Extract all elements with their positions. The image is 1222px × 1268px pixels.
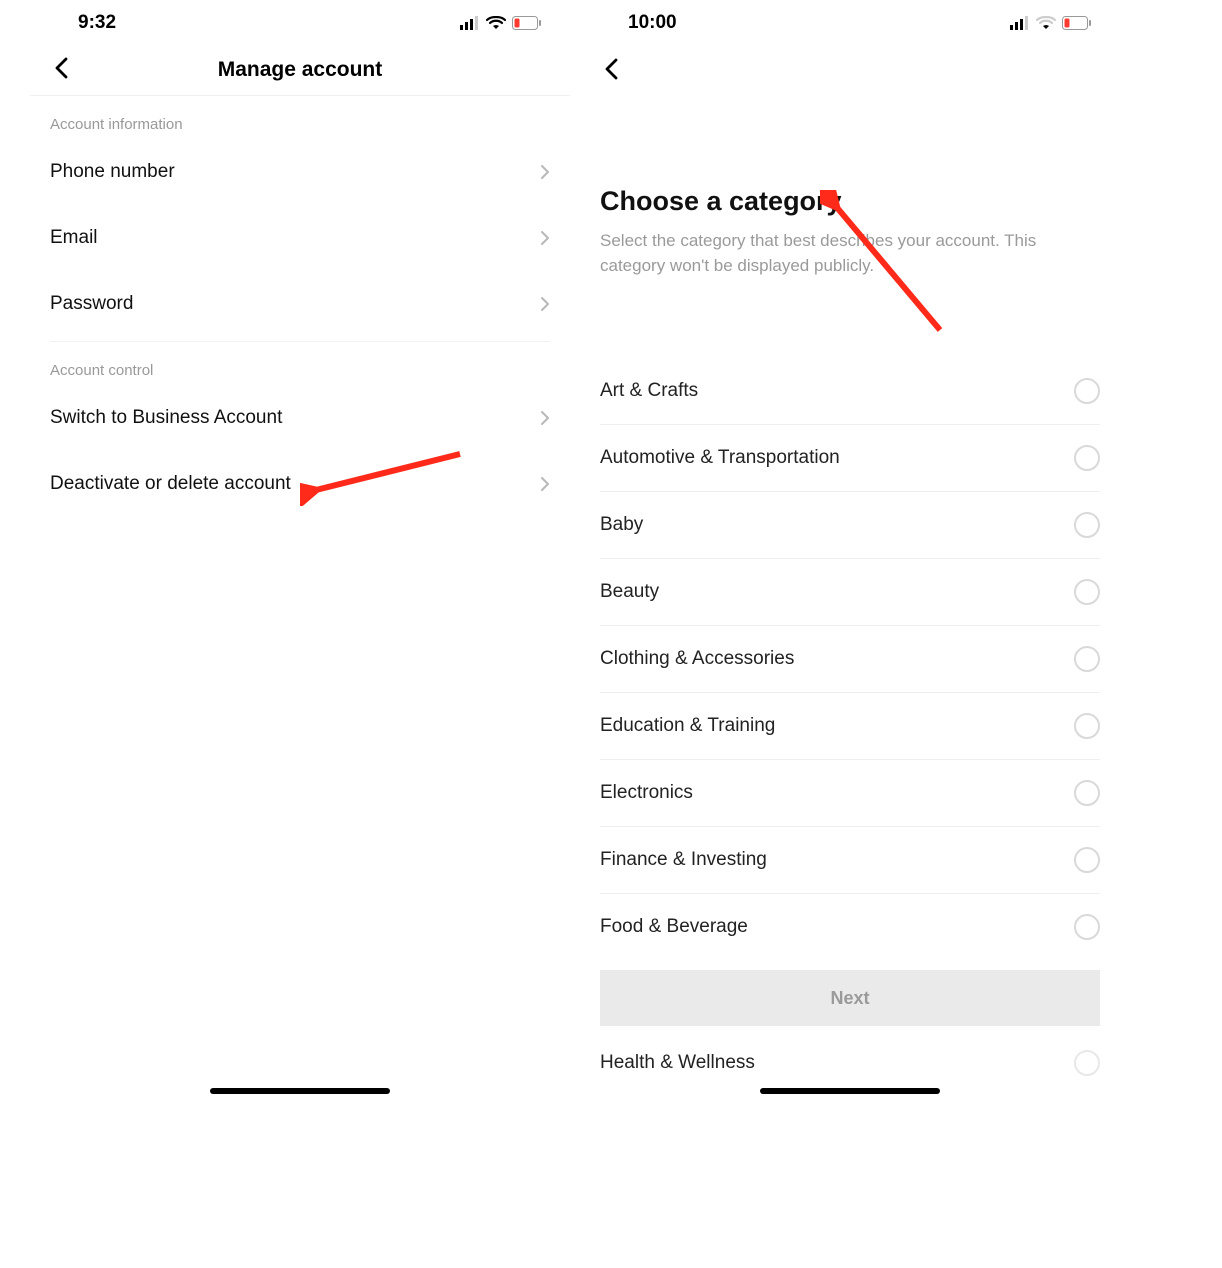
- section-account-control: Account control Switch to Business Accou…: [30, 342, 570, 517]
- category-row-education[interactable]: Education & Training: [600, 693, 1100, 760]
- category-row-finance[interactable]: Finance & Investing: [600, 827, 1100, 894]
- category-label: Art & Crafts: [600, 380, 698, 402]
- home-indicator: [760, 1088, 940, 1094]
- radio-unchecked-icon: [1074, 646, 1100, 672]
- status-bar: 10:00: [580, 0, 1120, 44]
- category-row-automotive[interactable]: Automotive & Transportation: [600, 425, 1100, 492]
- chevron-left-icon: [604, 58, 620, 83]
- radio-unchecked-icon: [1074, 512, 1100, 538]
- page-heading: Choose a category: [600, 186, 1100, 217]
- chevron-left-icon: [54, 57, 70, 82]
- category-row-electronics[interactable]: Electronics: [600, 760, 1100, 827]
- category-label: Finance & Investing: [600, 849, 767, 871]
- content-area: Choose a category Select the category th…: [580, 186, 1120, 1076]
- category-row-beauty[interactable]: Beauty: [600, 559, 1100, 626]
- category-label: Health & Wellness: [600, 1052, 755, 1074]
- radio-unchecked-icon: [1074, 713, 1100, 739]
- cellular-signal-icon: [460, 16, 480, 30]
- radio-unchecked-icon: [1074, 780, 1100, 806]
- phone-screen-manage-account: 9:32 Manage account Account information …: [30, 0, 570, 1100]
- nav-header: [580, 44, 1120, 96]
- cellular-signal-icon: [1010, 16, 1030, 30]
- nav-header: Manage account: [30, 44, 570, 96]
- page-title: Manage account: [30, 58, 570, 82]
- wifi-icon: [486, 16, 506, 30]
- category-row-clothing[interactable]: Clothing & Accessories: [600, 626, 1100, 693]
- chevron-right-icon: [540, 296, 550, 312]
- row-email[interactable]: Email: [50, 205, 550, 271]
- row-deactivate-delete[interactable]: Deactivate or delete account: [50, 451, 550, 517]
- status-icons: [1010, 16, 1092, 30]
- chevron-right-icon: [540, 410, 550, 426]
- section-header: Account control: [50, 342, 550, 385]
- row-password[interactable]: Password: [50, 271, 550, 337]
- status-bar: 9:32: [30, 0, 570, 44]
- category-list: Art & Crafts Automotive & Transportation…: [600, 358, 1100, 960]
- status-icons: [460, 16, 542, 30]
- row-switch-business-account[interactable]: Switch to Business Account: [50, 385, 550, 451]
- battery-low-icon: [1062, 16, 1092, 30]
- category-label: Food & Beverage: [600, 916, 748, 938]
- chevron-right-icon: [540, 164, 550, 180]
- row-phone-number[interactable]: Phone number: [50, 139, 550, 205]
- status-time: 10:00: [608, 12, 677, 34]
- status-time: 9:32: [58, 12, 116, 34]
- section-header: Account information: [50, 96, 550, 139]
- next-button[interactable]: Next: [600, 970, 1100, 1026]
- category-row-baby[interactable]: Baby: [600, 492, 1100, 559]
- chevron-right-icon: [540, 230, 550, 246]
- radio-unchecked-icon: [1074, 1050, 1100, 1076]
- page-subtext: Select the category that best describes …: [600, 229, 1100, 278]
- back-button[interactable]: [50, 53, 74, 86]
- back-button[interactable]: [600, 54, 624, 87]
- row-label: Switch to Business Account: [50, 407, 282, 429]
- home-indicator: [210, 1088, 390, 1094]
- row-label: Password: [50, 293, 133, 315]
- category-row-food[interactable]: Food & Beverage: [600, 894, 1100, 960]
- radio-unchecked-icon: [1074, 579, 1100, 605]
- phone-screen-choose-category: 10:00 Choose a category Select the categ…: [580, 0, 1120, 1100]
- radio-unchecked-icon: [1074, 914, 1100, 940]
- category-label: Electronics: [600, 782, 693, 804]
- row-label: Deactivate or delete account: [50, 473, 291, 495]
- category-label: Beauty: [600, 581, 659, 603]
- battery-low-icon: [512, 16, 542, 30]
- category-label: Baby: [600, 514, 643, 536]
- radio-unchecked-icon: [1074, 847, 1100, 873]
- radio-unchecked-icon: [1074, 445, 1100, 471]
- wifi-icon: [1036, 16, 1056, 30]
- category-row-health-wellness[interactable]: Health & Wellness: [600, 1036, 1100, 1076]
- category-label: Clothing & Accessories: [600, 648, 794, 670]
- category-label: Education & Training: [600, 715, 775, 737]
- category-label: Automotive & Transportation: [600, 447, 840, 469]
- radio-unchecked-icon: [1074, 378, 1100, 404]
- chevron-right-icon: [540, 476, 550, 492]
- row-label: Phone number: [50, 161, 175, 183]
- row-label: Email: [50, 227, 98, 249]
- category-row-art-crafts[interactable]: Art & Crafts: [600, 358, 1100, 425]
- section-account-information: Account information Phone number Email P…: [30, 96, 570, 337]
